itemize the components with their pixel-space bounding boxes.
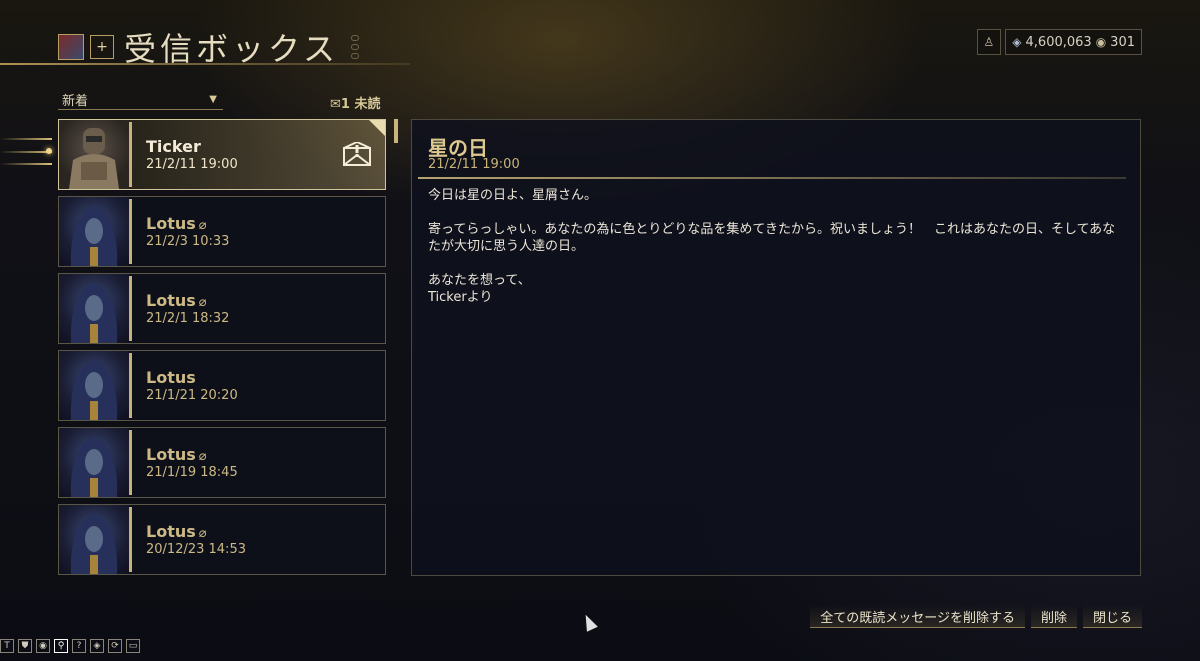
chat-toggle-icon[interactable]: T xyxy=(0,639,14,653)
attachment-icon: ⌀ xyxy=(198,295,207,310)
item-divider xyxy=(129,276,132,341)
platinum-icon: ◉ xyxy=(1095,35,1107,49)
header-divider xyxy=(0,63,410,65)
item-divider xyxy=(129,199,132,264)
selection-glow xyxy=(0,163,52,165)
message-date: 21/2/1 18:32 xyxy=(146,311,230,326)
attachment-icon: ⌀ xyxy=(198,526,207,541)
unread-mail-icon xyxy=(343,140,371,170)
delete-button[interactable]: 削除 xyxy=(1030,605,1077,628)
broadcast-icon[interactable]: ◉ xyxy=(36,639,50,653)
item-divider xyxy=(129,507,132,572)
message-sender: Lotus xyxy=(146,368,196,387)
profile-avatar-icon[interactable] xyxy=(58,34,84,60)
help-icon[interactable]: ? xyxy=(72,639,86,653)
currency-bar: ♙ ◈ 4,600,063 ◉ 301 xyxy=(976,29,1142,55)
message-sender: Lotus ⌀ xyxy=(146,522,207,541)
delete-read-button[interactable]: 全ての既読メッセージを削除する xyxy=(810,605,1025,628)
rank-icon: ♙ xyxy=(983,35,995,49)
close-button[interactable]: 閉じる xyxy=(1082,605,1142,628)
message-date: 21/1/21 20:20 xyxy=(146,388,238,403)
message-list: Ticker 21/2/11 19:00 Lotus ⌀ 21/2/3 10:33… xyxy=(58,119,386,581)
location-icon[interactable]: ⚲ xyxy=(54,639,68,653)
refresh-icon[interactable]: ⟳ xyxy=(108,639,122,653)
message-paragraph: あなたを想って、 Tickerより xyxy=(428,273,531,305)
list-scrollbar[interactable] xyxy=(394,119,398,143)
mouse-cursor-icon xyxy=(580,612,598,632)
message-sender: Ticker xyxy=(146,137,201,156)
action-bar: 全ての既読メッセージを削除する 削除 閉じる xyxy=(810,605,1142,628)
selection-dot xyxy=(46,148,52,154)
attachment-icon: ⌀ xyxy=(198,449,207,464)
item-divider xyxy=(129,353,132,418)
message-item[interactable]: Lotus ⌀ 21/2/3 10:33 xyxy=(58,196,386,267)
shield-icon[interactable]: ⛊ xyxy=(18,639,32,653)
message-paragraph: 寄ってらっしゃい。あなたの為に色とりどりな品を集めてきたから。祝いましょう！ こ… xyxy=(428,222,1116,254)
message-item[interactable]: Lotus ⌀ 21/2/1 18:32 xyxy=(58,273,386,344)
message-item[interactable]: Ticker 21/2/11 19:00 xyxy=(58,119,386,190)
codex-icon[interactable]: ◈ xyxy=(90,639,104,653)
selected-corner-marker xyxy=(369,120,385,136)
message-divider xyxy=(418,177,1126,179)
unread-count-label: 1 未読 xyxy=(340,97,381,112)
window-icon[interactable]: ▭ xyxy=(126,639,140,653)
message-paragraph: 今日は星の日よ、星屑さん。 xyxy=(428,188,598,203)
currency-display[interactable]: ◈ 4,600,063 ◉ 301 xyxy=(1005,29,1142,55)
chevron-down-icon: ▼ xyxy=(209,94,217,105)
sender-portrait xyxy=(59,505,129,574)
credits-icon: ◈ xyxy=(1012,35,1022,49)
message-date: 21/1/19 18:45 xyxy=(146,465,238,480)
message-sender: Lotus ⌀ xyxy=(146,291,207,310)
sender-portrait xyxy=(59,351,129,420)
message-timestamp: 21/2/11 19:00 xyxy=(428,157,520,172)
message-sender: Lotus ⌀ xyxy=(146,445,207,464)
sort-dropdown[interactable]: 新着 ▼ xyxy=(58,90,223,110)
message-item[interactable]: Lotus ⌀ 21/1/19 18:45 xyxy=(58,427,386,498)
selection-glow xyxy=(0,138,52,140)
message-date: 21/2/3 10:33 xyxy=(146,234,230,249)
mastery-rank-badge[interactable]: ♙ xyxy=(976,29,1002,55)
sender-portrait xyxy=(59,120,129,189)
message-date: 20/12/23 14:53 xyxy=(146,542,246,557)
message-sender: Lotus ⌀ xyxy=(146,214,207,233)
platinum-value: 301 xyxy=(1110,34,1135,50)
selection-glow xyxy=(0,151,52,153)
message-reader: 星の日 21/2/11 19:00 今日は星の日よ、星屑さん。 寄ってらっしゃい… xyxy=(411,119,1141,576)
attachment-icon: ⌀ xyxy=(198,218,207,233)
item-divider xyxy=(129,122,132,187)
message-item[interactable]: Lotus 21/1/21 20:20 xyxy=(58,350,386,421)
unread-count: ✉1 未読 xyxy=(330,93,380,112)
credits-value: 4,600,063 xyxy=(1025,34,1092,50)
title-decoration xyxy=(351,35,360,59)
sender-portrait xyxy=(59,428,129,497)
message-item[interactable]: Lotus ⌀ 20/12/23 14:53 xyxy=(58,504,386,575)
message-date: 21/2/11 19:00 xyxy=(146,157,238,172)
bottom-taskbar: T ⛊ ◉ ⚲ ? ◈ ⟳ ▭ xyxy=(0,639,140,653)
add-button[interactable]: + xyxy=(90,35,114,59)
sort-dropdown-value: 新着 xyxy=(62,94,89,109)
item-divider xyxy=(129,430,132,495)
sender-portrait xyxy=(59,274,129,343)
message-body: 今日は星の日よ、星屑さん。 寄ってらっしゃい。あなたの為に色とりどりな品を集めて… xyxy=(428,187,1128,323)
sender-portrait xyxy=(59,197,129,266)
unread-icon: ✉ xyxy=(330,97,341,112)
